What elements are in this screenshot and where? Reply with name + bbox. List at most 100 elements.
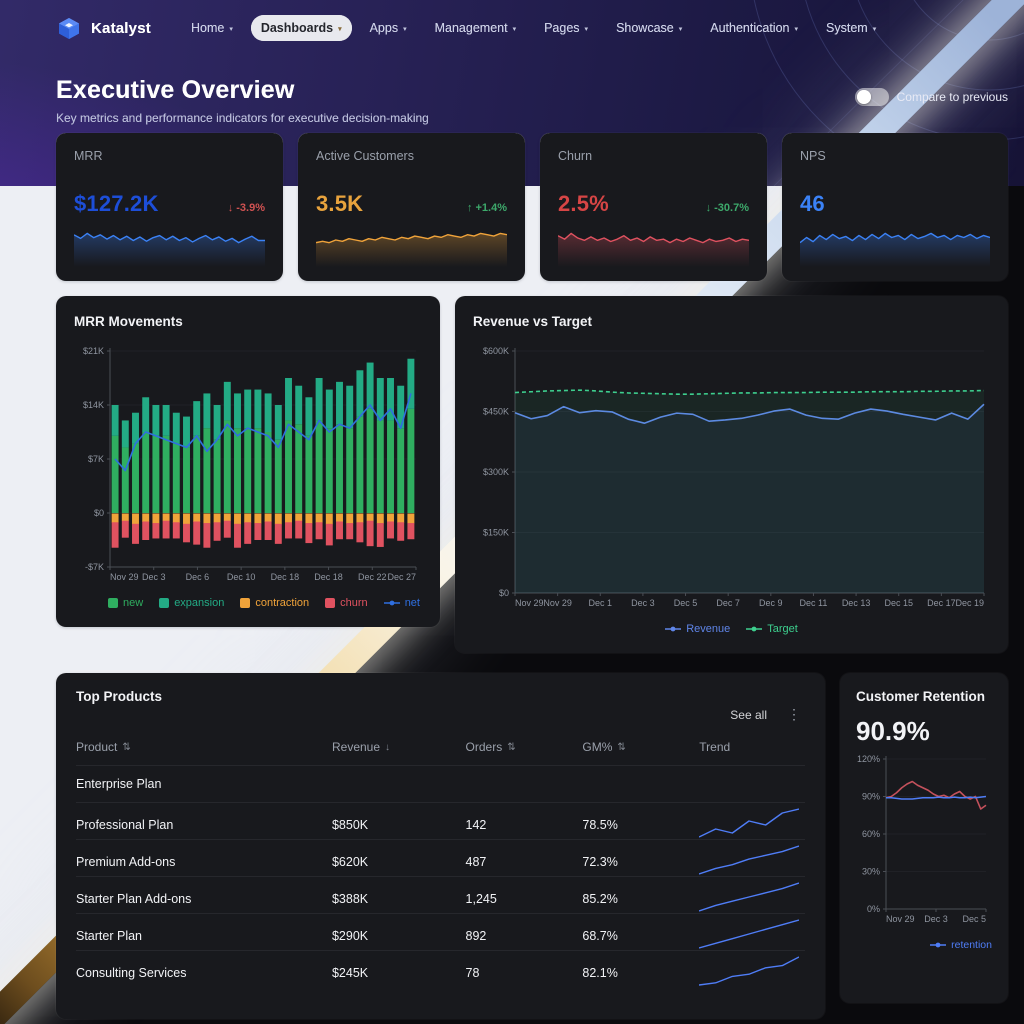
table-row[interactable]: Professional Plan $850K 142 78.5% — [76, 803, 805, 840]
kpi-value: $127.2K — [74, 191, 159, 217]
compare-toggle[interactable] — [855, 88, 889, 106]
legend-label: Target — [767, 623, 798, 635]
svg-text:Dec 18: Dec 18 — [314, 572, 343, 582]
svg-text:Dec 15: Dec 15 — [884, 598, 913, 608]
legend-label: contraction — [255, 597, 309, 609]
svg-text:Dec 18: Dec 18 — [271, 572, 300, 582]
table-row[interactable]: Starter Plan $290K 892 68.7% — [76, 914, 805, 951]
column-header-product[interactable]: Product⇅ — [76, 740, 332, 754]
column-label: Product — [76, 740, 117, 754]
svg-text:Dec 5: Dec 5 — [962, 914, 986, 924]
legend-item-churn[interactable]: churn — [325, 597, 368, 609]
kpi-title: NPS — [800, 149, 990, 163]
cell-revenue: $620K — [332, 855, 466, 869]
brand[interactable]: Katalyst — [56, 15, 151, 41]
nav-label: Showcase — [616, 21, 674, 35]
mrr-movements-title: MRR Movements — [74, 314, 422, 329]
chevron-down-icon: ▾ — [229, 25, 233, 33]
cell-gm: 82.1% — [582, 966, 699, 980]
legend-item-contraction[interactable]: contraction — [240, 597, 309, 609]
table-row[interactable]: Premium Add-ons $620K 487 72.3% — [76, 840, 805, 877]
nav-item-pages[interactable]: Pages ▾ — [534, 15, 598, 41]
table-row[interactable]: Starter Plan Add-ons $388K 1,245 85.2% — [76, 877, 805, 914]
cell-revenue: $388K — [332, 892, 466, 906]
legend-item-expansion[interactable]: expansion — [159, 597, 224, 609]
nav-item-showcase[interactable]: Showcase ▾ — [606, 15, 692, 41]
chevron-down-icon: ▾ — [585, 25, 589, 33]
kpi-card-nps: NPS 46 — [782, 133, 1008, 281]
legend-item-net[interactable]: net — [384, 597, 420, 609]
kebab-menu-icon[interactable]: ⋮ — [783, 706, 805, 723]
legend-swatch — [325, 598, 335, 608]
compare-control: Compare to previous — [855, 88, 1008, 106]
kpi-row: MRR $127.2K ↓ -3.9% Active Customers 3.5… — [56, 133, 1008, 281]
svg-text:$0: $0 — [499, 588, 509, 598]
table-row[interactable]: Enterprise Plan — [76, 766, 805, 803]
column-header-revenue[interactable]: Revenue ↓ — [332, 740, 466, 754]
revenue-vs-target-title: Revenue vs Target — [473, 314, 990, 329]
cell-gm: 68.7% — [582, 929, 699, 943]
nav-item-dashboards[interactable]: Dashboards▾ — [251, 15, 352, 41]
nps-sparkline — [800, 225, 990, 267]
chevron-down-icon: ▾ — [679, 25, 683, 33]
kpi-delta: ↓ -3.9% — [228, 202, 265, 214]
legend-label: net — [405, 597, 420, 609]
column-header-orders[interactable]: Orders⇅ — [466, 740, 583, 754]
active-customers-sparkline — [316, 225, 507, 267]
legend-swatch — [108, 598, 118, 608]
legend-label: Revenue — [686, 623, 730, 635]
nav-label: Pages — [544, 21, 579, 35]
nav-item-management[interactable]: Management▾ — [425, 15, 526, 41]
svg-text:Dec 22: Dec 22 — [358, 572, 387, 582]
page-header: Executive Overview Key metrics and perfo… — [0, 56, 1024, 133]
nav-label: Apps — [370, 21, 399, 35]
svg-text:60%: 60% — [862, 829, 880, 839]
legend-line-marker — [665, 625, 681, 633]
nav-label: Management — [435, 21, 508, 35]
dashboard-page: Katalyst Home▾ Dashboards▾ Apps▾ Managem… — [0, 0, 1024, 1024]
cell-orders: 1,245 — [466, 892, 583, 906]
cell-revenue: $245K — [332, 966, 466, 980]
legend-item-target[interactable]: Target — [746, 623, 798, 635]
retention-chart: 120%90%60%30%0%Nov 29Dec 3Dec 5 — [856, 753, 992, 929]
svg-text:$450K: $450K — [483, 407, 509, 417]
dark-theme-side: Katalyst Home▾ Dashboards▾ Apps▾ Managem… — [0, 0, 1024, 1024]
table-header-row: Product⇅ Revenue↓ Orders⇅ GM%⇅ Trend — [76, 729, 805, 766]
svg-text:$150K: $150K — [483, 528, 509, 538]
legend-item-revenue[interactable]: Revenue — [665, 623, 730, 635]
column-label: Revenue — [332, 740, 380, 754]
cell-product: Premium Add-ons — [76, 855, 332, 869]
page-subtitle: Key metrics and performance indicators f… — [56, 111, 429, 125]
nav-item-authentication[interactable]: Authentication▾ — [700, 15, 808, 41]
cell-product: Consulting Services — [76, 966, 332, 980]
svg-text:Nov 29: Nov 29 — [886, 914, 915, 924]
screen: Katalyst Home▾ Dashboards▾ Apps▾ Managem… — [0, 0, 1024, 1024]
sort-icon: ⇅ — [617, 742, 625, 753]
legend-item-retention[interactable]: retention — [930, 939, 992, 951]
nav-label: Authentication — [710, 21, 789, 35]
nav-item-home[interactable]: Home▾ — [181, 15, 243, 41]
nav-item-system[interactable]: System▾ — [816, 15, 886, 41]
sort-icon: ⇅ — [507, 742, 515, 753]
column-label: GM% — [582, 740, 612, 754]
svg-text:Dec 3: Dec 3 — [631, 598, 655, 608]
sort-icon: ↓ — [385, 742, 390, 753]
nav-item-apps[interactable]: Apps▾ — [360, 15, 417, 41]
legend-label: retention — [951, 939, 992, 951]
table-row[interactable]: Consulting Services $245K 78 82.1% — [76, 951, 805, 988]
svg-text:Dec 10: Dec 10 — [227, 572, 256, 582]
column-header-gm[interactable]: GM% ⇅ — [582, 740, 699, 754]
cell-revenue: $850K — [332, 818, 466, 832]
svg-text:Dec 17: Dec 17 — [927, 598, 956, 608]
see-all-link[interactable]: See all — [730, 708, 767, 722]
chevron-down-icon: ▾ — [873, 25, 877, 33]
table-actions: See all ⋮ — [76, 706, 805, 723]
legend-item-new[interactable]: new — [108, 597, 143, 609]
mrr-movements-card: MRR Movements $21K$14K$7K$0-$7KNov 29Dec… — [56, 296, 440, 627]
svg-text:30%: 30% — [862, 867, 880, 877]
column-header-trend[interactable]: Trend — [699, 740, 805, 754]
kpi-card-active-customers: Active Customers 3.5K ↑ +1.4% — [298, 133, 525, 281]
brand-name: Katalyst — [91, 20, 151, 37]
charts-row: MRR Movements $21K$14K$7K$0-$7KNov 29Dec… — [56, 296, 1008, 653]
svg-text:$300K: $300K — [483, 467, 509, 477]
